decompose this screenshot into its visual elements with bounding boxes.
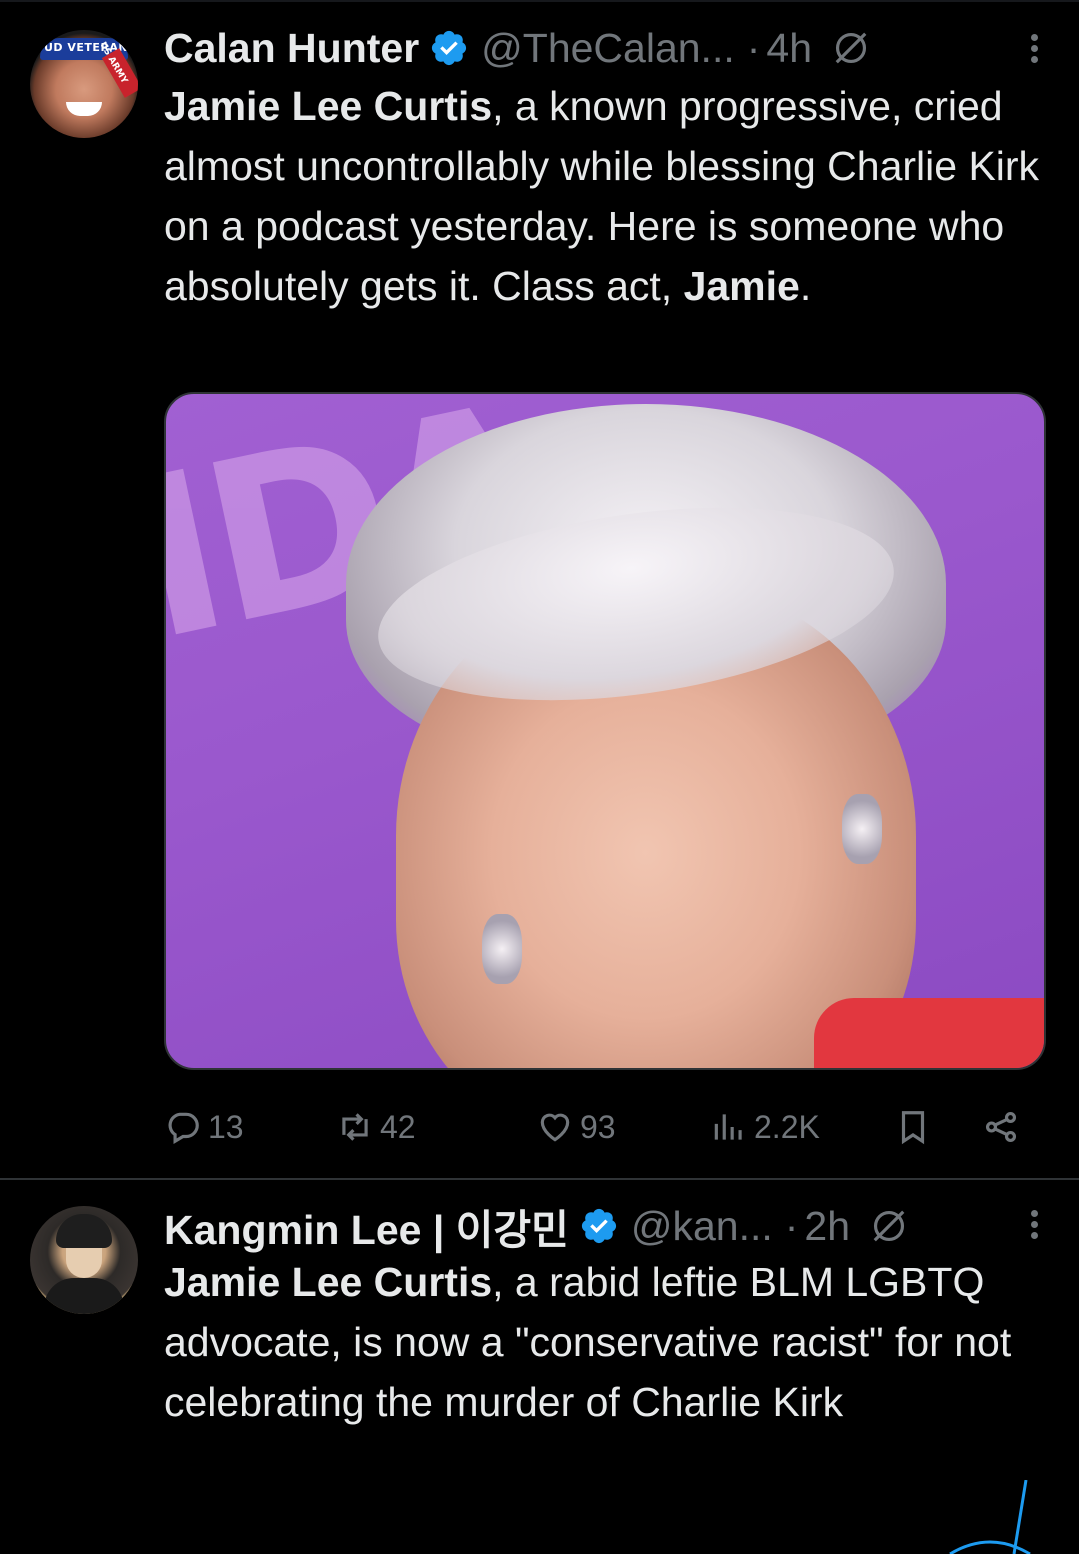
share-button[interactable]: [982, 1102, 1020, 1152]
avatar[interactable]: UD VETERAN US ARMY: [30, 30, 138, 138]
timestamp[interactable]: 2h: [804, 1203, 850, 1250]
avatar-hair: [56, 1214, 112, 1248]
separator-dot: ·: [746, 24, 761, 71]
image-shirt: [814, 998, 1044, 1068]
grok-icon[interactable]: [870, 1207, 908, 1245]
author-handle[interactable]: @TheCalan...: [481, 25, 735, 72]
bookmark-icon: [901, 1111, 925, 1145]
grok-icon[interactable]: [832, 29, 870, 67]
image-earring: [842, 794, 882, 864]
share-icon: [985, 1111, 1017, 1143]
author-handle[interactable]: @kan...: [631, 1203, 773, 1250]
image-earring: [482, 914, 522, 984]
tweet-image[interactable]: IDA: [164, 392, 1046, 1070]
timestamp[interactable]: 4h: [766, 25, 812, 72]
views-icon: [714, 1114, 742, 1140]
more-options-icon[interactable]: [1027, 1206, 1041, 1246]
reply-count: 13: [208, 1108, 244, 1145]
views-button[interactable]: 2.2K: [710, 1102, 820, 1152]
separator-dot: ·: [784, 1202, 799, 1249]
bookmark-button[interactable]: [894, 1102, 932, 1152]
tweet-text: Jamie Lee Curtis, a rabid leftie BLM LGB…: [164, 1252, 1044, 1432]
tweet-actions: 13 42 93 2.2K: [164, 1102, 1034, 1152]
repost-button[interactable]: 42: [336, 1102, 416, 1152]
repost-count: 42: [380, 1108, 416, 1145]
verified-badge-icon: [581, 1208, 616, 1244]
reply-icon: [168, 1112, 199, 1145]
like-button[interactable]: 93: [536, 1102, 616, 1152]
author-name[interactable]: Kangmin Lee | 이강민: [164, 1196, 569, 1256]
more-options-icon[interactable]: [1027, 30, 1041, 70]
tweet-calan-hunter[interactable]: UD VETERAN US ARMY Calan Hunter @TheCala…: [0, 0, 1079, 1178]
floating-compose-button-edge[interactable]: [930, 1480, 1050, 1554]
avatar-smile: [66, 102, 102, 116]
tweet-text-bold[interactable]: Jamie: [684, 263, 800, 309]
tweet-text-bold[interactable]: Jamie Lee Curtis: [164, 1259, 492, 1305]
avatar[interactable]: [30, 1206, 138, 1314]
avatar-body: [44, 1278, 124, 1314]
author-name[interactable]: Calan Hunter: [164, 25, 419, 72]
tweet-header: Calan Hunter @TheCalan... · 4h: [164, 18, 1044, 78]
like-count: 93: [580, 1108, 616, 1145]
tweet-kangmin-lee[interactable]: Kangmin Lee | 이강민 @kan... · 2h Jamie Lee…: [0, 1178, 1079, 1554]
tweet-text-plain: .: [799, 263, 812, 309]
reply-button[interactable]: 13: [164, 1102, 244, 1152]
tweet-text: Jamie Lee Curtis, a known progressive, c…: [164, 76, 1044, 316]
verified-badge-icon: [432, 30, 467, 66]
tweet-header: Kangmin Lee | 이강민 @kan... · 2h: [164, 1196, 1044, 1256]
views-count: 2.2K: [754, 1108, 820, 1145]
repost-icon: [342, 1113, 368, 1141]
tweet-text-bold[interactable]: Jamie Lee Curtis: [164, 83, 492, 129]
like-icon: [540, 1113, 570, 1142]
